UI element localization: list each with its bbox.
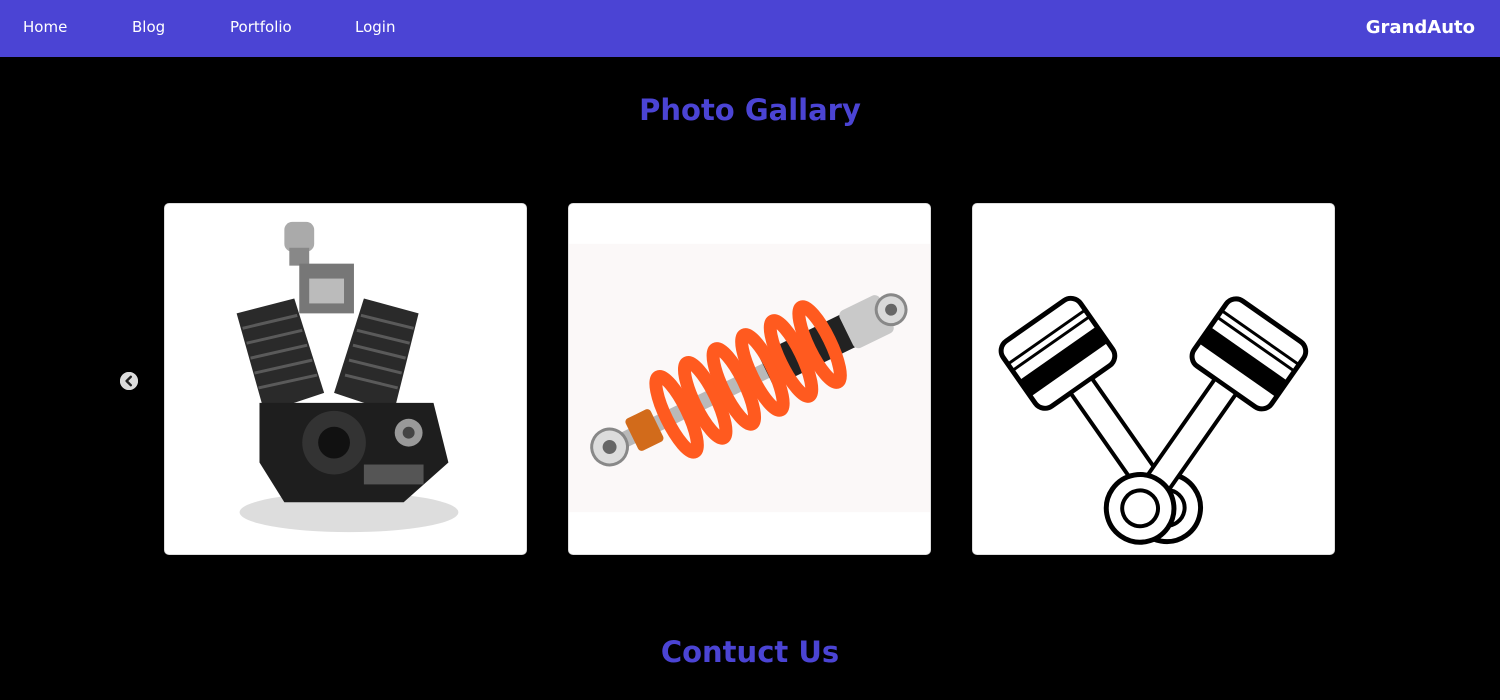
engine-image <box>165 204 526 554</box>
nav-link-login[interactable]: Login <box>355 0 395 57</box>
contact-title: Contuct Us <box>660 635 840 669</box>
nav-link-blog[interactable]: Blog <box>132 0 165 57</box>
gallery-image-engine[interactable] <box>164 203 527 555</box>
crossed-pistons-image <box>973 204 1334 554</box>
gallery-image-shock-absorber[interactable] <box>568 203 931 555</box>
chevron-left-circle-icon <box>120 372 138 390</box>
shock-absorber-image <box>569 204 930 554</box>
nav-link-portfolio[interactable]: Portfolio <box>230 0 292 57</box>
nav-link-home[interactable]: Home <box>23 0 67 57</box>
brand-logo[interactable]: GrandAuto <box>1366 0 1475 57</box>
gallery-image-pistons[interactable] <box>972 203 1335 555</box>
gallery-title: Photo Gallary <box>639 93 861 127</box>
top-navbar: Home Blog Portfolio Login GrandAuto <box>0 0 1500 57</box>
carousel-prev-button[interactable] <box>120 372 138 390</box>
